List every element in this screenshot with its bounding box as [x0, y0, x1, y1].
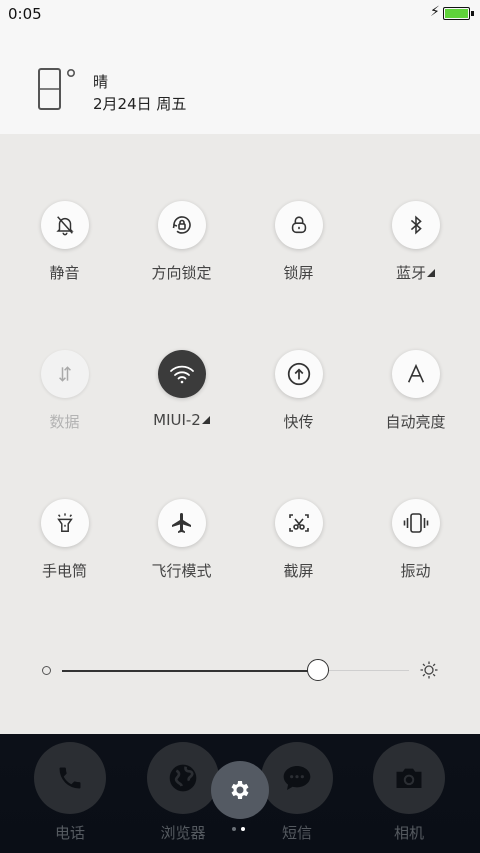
- toggle-lock-screen[interactable]: 锁屏: [240, 201, 357, 283]
- flashlight-icon[interactable]: [40, 499, 89, 547]
- dock-app-label: 短信: [281, 824, 312, 842]
- toggle-rotation-lock[interactable]: 方向锁定: [123, 201, 240, 283]
- brightness-low-icon: [42, 666, 51, 675]
- message-icon[interactable]: [261, 742, 333, 814]
- status-bar: 0:05 ⚡: [0, 0, 480, 28]
- camera-icon[interactable]: [373, 742, 445, 814]
- quick-settings-grid: 静音 方向锁定 锁屏 蓝牙 数据 MIUI-2 快传 自动亮度 手电筒 飞行模式…: [0, 134, 480, 734]
- toggle-label: 快传: [283, 413, 314, 431]
- toggle-label: 方向锁定: [151, 264, 212, 282]
- bell-off-icon[interactable]: [40, 201, 89, 249]
- toggle-label: MIUI-2: [123, 411, 240, 429]
- browser-icon[interactable]: [147, 742, 219, 814]
- toggle-vibrate[interactable]: 振动: [357, 499, 474, 581]
- toggle-label: 手电筒: [41, 562, 87, 580]
- weather-widget[interactable]: 晴 2月24日 周五: [0, 28, 480, 134]
- charging-icon: ⚡: [430, 4, 440, 20]
- screenshot-icon[interactable]: [274, 499, 323, 547]
- toggle-label: 自动亮度: [385, 413, 446, 431]
- bluetooth-icon[interactable]: [391, 201, 440, 249]
- upload-circle-icon[interactable]: [274, 350, 323, 398]
- toggle-label: 截屏: [283, 562, 314, 580]
- page-indicator: [232, 827, 252, 833]
- toggle-mobile-data[interactable]: 数据: [6, 350, 123, 432]
- vibrate-icon[interactable]: [391, 499, 440, 547]
- auto-brightness-icon[interactable]: [391, 350, 440, 398]
- wifi-icon[interactable]: [157, 350, 206, 398]
- dock-app-camera[interactable]: 相机: [364, 742, 454, 843]
- weather-condition: 晴: [93, 73, 109, 91]
- toggle-screenshot[interactable]: 截屏: [240, 499, 357, 581]
- submenu-arrow-icon[interactable]: [427, 269, 435, 277]
- weather-sunny-icon: [38, 68, 75, 110]
- toggle-label: 锁屏: [283, 264, 314, 282]
- toggle-label: 飞行模式: [151, 562, 212, 580]
- gear-icon: [231, 781, 249, 799]
- toggle-auto-brightness[interactable]: 自动亮度: [357, 350, 474, 432]
- toggle-quick-transfer[interactable]: 快传: [240, 350, 357, 432]
- dock-app-label: 相机: [393, 824, 424, 842]
- settings-button[interactable]: [211, 761, 269, 819]
- phone-icon[interactable]: [34, 742, 106, 814]
- mobile-data-icon[interactable]: [40, 350, 89, 398]
- brightness-thumb[interactable]: [306, 659, 329, 681]
- toggle-wifi[interactable]: MIUI-2: [123, 350, 240, 429]
- page-dot: [232, 827, 236, 831]
- brightness-track[interactable]: [62, 659, 409, 681]
- toggle-silent[interactable]: 静音: [6, 201, 123, 283]
- toggle-label: 蓝牙: [357, 262, 474, 283]
- brightness-high-icon: [420, 661, 438, 679]
- dock: 电话 浏览器 短信 相机: [0, 734, 480, 853]
- status-time: 0:05: [8, 5, 42, 23]
- toggle-label: 静音: [49, 264, 80, 282]
- lock-icon[interactable]: [274, 201, 323, 249]
- toggle-label: 振动: [400, 562, 431, 580]
- brightness-fill: [62, 669, 318, 672]
- airplane-icon[interactable]: [157, 499, 206, 547]
- battery-icon: [443, 7, 474, 20]
- rotation-lock-icon[interactable]: [157, 201, 206, 249]
- brightness-slider[interactable]: [0, 654, 480, 688]
- toggle-airplane[interactable]: 飞行模式: [123, 499, 240, 581]
- page-dot: [241, 827, 245, 831]
- weather-date: 2月24日 周五: [93, 95, 187, 113]
- submenu-arrow-icon[interactable]: [201, 416, 210, 424]
- toggle-flashlight[interactable]: 手电筒: [6, 499, 123, 581]
- dock-app-phone[interactable]: 电话: [25, 742, 115, 843]
- dock-app-label: 浏览器: [160, 824, 206, 842]
- dock-app-label: 电话: [54, 824, 85, 842]
- toggle-bluetooth[interactable]: 蓝牙: [357, 201, 474, 283]
- toggle-label: 数据: [49, 413, 80, 431]
